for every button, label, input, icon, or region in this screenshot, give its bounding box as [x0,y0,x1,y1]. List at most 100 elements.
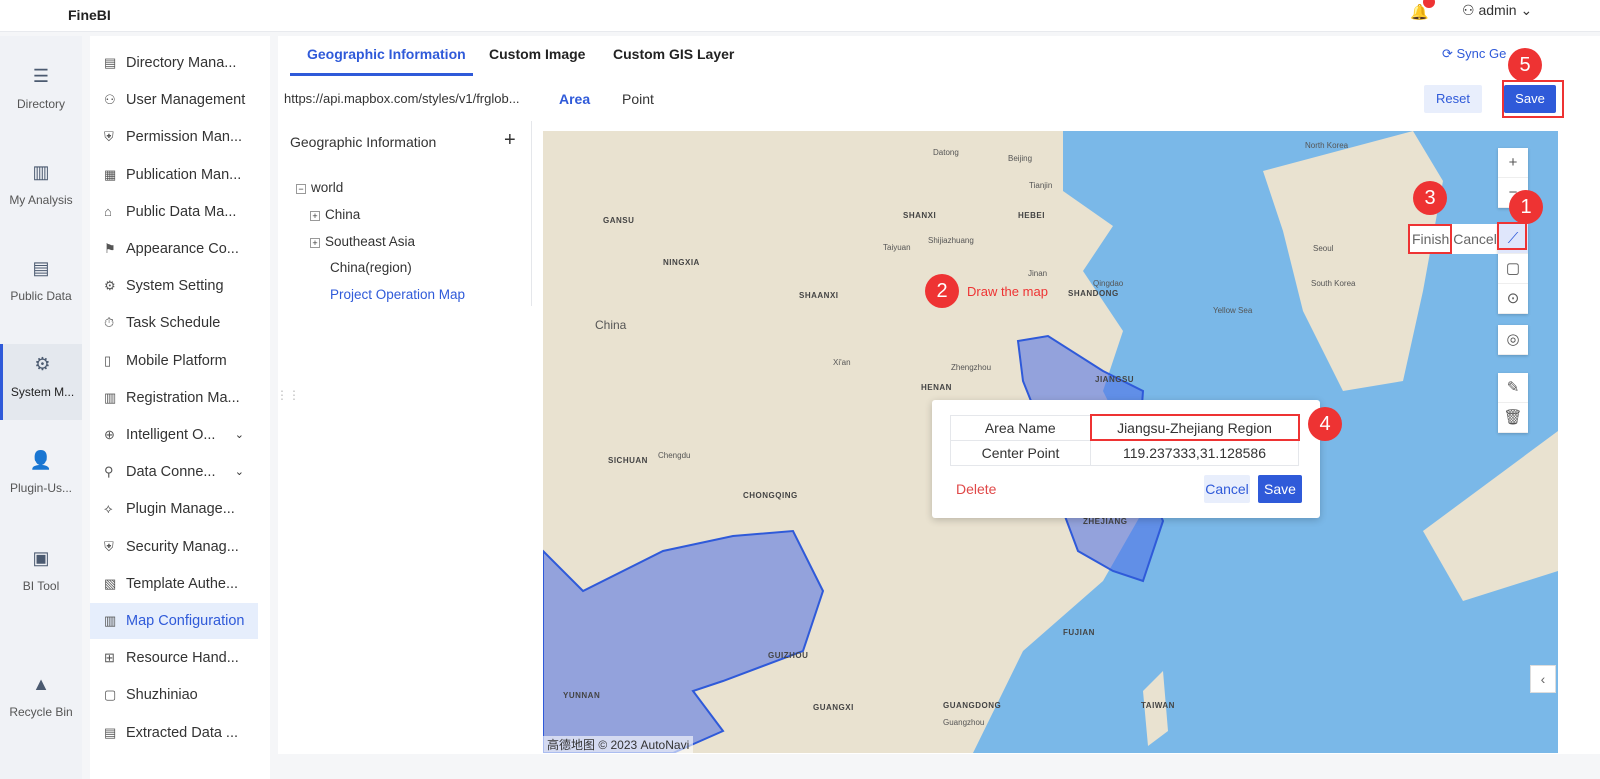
menu-icon: ▥ [104,389,117,405]
step-marker: 5 [1508,48,1542,82]
area-info-table: Area Name Jiangsu-Zhejiang Region Center … [950,414,1300,466]
edit-icon[interactable]: ✎ [1498,373,1528,403]
menu-item[interactable]: ⊕ Intelligent O... ⌄ [90,417,258,453]
menu-label: Data Conne... [126,464,216,481]
user-menu[interactable]: ⚇ admin ⌄ [1462,2,1532,19]
tree-node-china-region[interactable]: China(region) [330,260,412,275]
area-name-input[interactable]: Jiangsu-Zhejiang Region [1089,414,1300,441]
map-label: YUNNAN [563,691,601,700]
menu-item[interactable]: ▢ Shuzhiniao [90,677,258,713]
map-label: Xi'an [833,358,851,367]
menu-label: Appearance Co... [126,241,239,257]
menu-item[interactable]: ⛨ Permission Man... [90,119,258,155]
popup-save-button[interactable]: Save [1258,475,1302,503]
step-marker: 2 [925,274,959,308]
center-point-value: 119.237333,31.128586 [1090,439,1299,466]
menu-label: Intelligent O... [126,427,216,443]
collapse-icon[interactable]: − [296,184,306,194]
popup-cancel-button[interactable]: Cancel [1204,475,1250,503]
step-marker: 3 [1413,181,1447,215]
menu-item[interactable]: ▤ Extracted Data ... [90,715,258,751]
add-icon[interactable]: + [504,129,516,152]
zoom-in-icon[interactable]: + [1498,148,1528,178]
rail-label: Recycle Bin [9,705,73,719]
map-label: SICHUAN [608,456,648,465]
delete-button[interactable]: Delete [956,481,996,497]
sync-button[interactable]: ⟳ Sync Ge [1442,46,1506,62]
map-label: SHANXI [903,211,937,220]
menu-item[interactable]: ▥ Map Configuration [90,603,258,639]
rail-label: Plugin-Us... [9,481,73,495]
rail-system-management[interactable]: ⚙ System M... [0,344,82,420]
map-label: North Korea [1305,141,1349,150]
menu-item[interactable]: ⚇ User Management [90,82,258,118]
tree-node-world[interactable]: − world [296,180,343,195]
menu-label: Extracted Data ... [126,724,239,741]
username: admin [1478,2,1517,18]
menu-item[interactable]: ⚙ System Setting [90,268,258,304]
menu-item[interactable]: ⊞ Resource Hand... [90,640,258,676]
cancel-draw-button[interactable]: Cancel [1453,231,1497,247]
merge-icon[interactable]: ◎ [1498,325,1528,355]
menu-item[interactable]: ▥ Registration Ma... [90,380,258,416]
subtab-point[interactable]: Point [622,91,654,107]
rail-label: My Analysis [9,193,73,207]
menu-item[interactable]: ⛨ Security Manag... [90,529,258,565]
tab-custom-image[interactable]: Custom Image [489,46,585,62]
menu-label: Public Data Ma... [126,203,237,220]
map-label: Qingdao [1093,279,1124,288]
step-marker: 1 [1509,190,1543,224]
menu-item[interactable]: ⚑ Appearance Co... [90,231,258,267]
rail-recycle-bin[interactable]: ▲ Recycle Bin [0,674,82,719]
tree-node-project-operation-map[interactable]: Project Operation Map [330,287,465,302]
menu-item[interactable]: ▯ Mobile Platform [90,343,258,379]
rail-bi-tool[interactable]: ▣ BI Tool [0,548,82,593]
menu-label: Permission Man... [126,129,243,146]
draw-map-annotation: Draw the map [967,284,1048,299]
rail-public-data[interactable]: ▤ Public Data [0,258,82,303]
toolbox-icon: ▣ [32,548,50,568]
rail-directory[interactable]: ☰ Directory [0,66,82,111]
rail-plugin-user[interactable]: 👤 Plugin-Us... [0,450,82,495]
expand-icon[interactable]: + [310,211,320,221]
map-label: GANSU [603,216,635,225]
circle-draw-icon[interactable]: ⊙ [1498,284,1528,314]
active-tab-indicator [290,73,473,76]
menu-item[interactable]: ▧ Template Authe... [90,566,258,602]
notification-badge [1423,0,1435,8]
menu-icon: ▯ [104,352,112,368]
trash-icon[interactable]: 🗑 [1498,403,1528,433]
expand-icon[interactable]: + [310,238,320,248]
menu-item[interactable]: ⚲ Data Conne... ⌄ [90,454,258,490]
map-label: Chengdu [658,451,691,460]
menu-icon: ▦ [104,166,117,182]
tree-node-china[interactable]: + China [310,207,360,222]
rail-my-analysis[interactable]: ▥ My Analysis [0,162,82,207]
rail-label: BI Tool [22,579,60,593]
collapse-panel-button[interactable]: ‹ [1530,665,1556,693]
menu-icon: ▤ [104,724,117,740]
menu-icon: ⟡ [104,501,113,517]
menu-item[interactable]: ▦ Publication Man... [90,157,258,193]
reset-button[interactable]: Reset [1424,85,1482,113]
tab-geographic-information[interactable]: Geographic Information [307,46,466,62]
highlight-box [1408,224,1452,254]
menu-item[interactable]: ⏱ Task Schedule [90,305,258,341]
menu-item[interactable]: ▤ Directory Mana... [90,45,258,81]
resize-handle[interactable]: ⋮⋮ [276,388,300,402]
tree-title: Geographic Information [290,134,437,150]
menu-icon: ⊕ [104,427,115,442]
map-label: NINGXIA [663,258,700,267]
node-label: China [325,207,361,222]
map-label: ZHEJIANG [1083,517,1128,526]
tree-node-southeast-asia[interactable]: + Southeast Asia [310,234,415,249]
rectangle-draw-icon[interactable]: ▢ [1498,254,1528,284]
subtab-area[interactable]: Area [559,91,590,107]
step-marker: 4 [1308,407,1342,441]
menu-icon: ⛨ [104,129,114,145]
node-label: Southeast Asia [325,234,416,249]
menu-label: Plugin Manage... [126,501,235,518]
menu-item[interactable]: ⟡ Plugin Manage... [90,491,258,527]
menu-item[interactable]: ⌂ Public Data Ma... [90,194,258,230]
tab-custom-gis-layer[interactable]: Custom GIS Layer [613,46,734,62]
